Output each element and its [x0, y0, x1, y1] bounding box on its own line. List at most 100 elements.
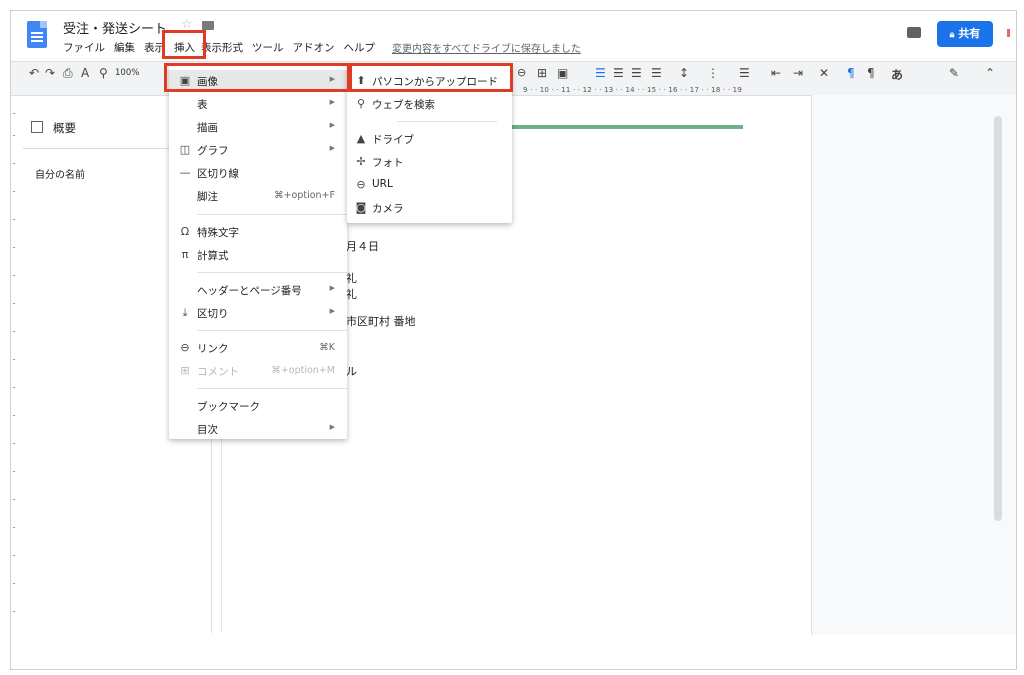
menu-separator — [397, 121, 497, 122]
menu-bar: ファイル 編集 表示 挿入 表示形式 ツール アドオン ヘルプ — [63, 40, 384, 56]
share-button[interactable]: 🔒︎ 共有 — [937, 21, 993, 47]
menu-item-label: 計算式 — [197, 250, 229, 262]
menu-item-toc[interactable]: 目次 ▶ — [169, 418, 347, 440]
decrease-indent-icon[interactable]: ⇤ — [771, 66, 781, 80]
vertical-scrollbar[interactable] — [994, 116, 1002, 521]
horizontal-line-icon: — — [179, 166, 191, 179]
menu-item-footnote[interactable]: 脚注 ⌘+option+F — [169, 185, 347, 207]
menu-item-table[interactable]: 表 ▶ — [169, 93, 347, 115]
account-icon[interactable] — [1007, 29, 1010, 37]
submenu-item-camera[interactable]: ◙ カメラ — [347, 197, 512, 219]
insert-link-icon[interactable]: ⊖ — [517, 66, 526, 79]
menu-item-label: 表 — [197, 99, 208, 111]
menu-item-label: リンク — [197, 343, 229, 355]
page-margin-area — [811, 95, 1016, 635]
document-title[interactable]: 受注・発送シート — [63, 18, 167, 37]
menu-item-label: ヘッダーとページ番号 — [197, 285, 302, 297]
menu-item-label: 脚注 — [197, 191, 218, 203]
submenu-item-photos[interactable]: ✢ フォト — [347, 151, 512, 173]
spellcheck-icon[interactable]: A — [81, 66, 89, 80]
docs-logo-icon[interactable] — [27, 21, 47, 48]
zoom-select[interactable]: 100% — [115, 68, 139, 78]
menu-item-chart[interactable]: ◫ グラフ ▶ — [169, 139, 347, 161]
clear-format-icon[interactable]: ✕ — [819, 66, 829, 80]
menu-item-break[interactable]: ⤓ 区切り ▶ — [169, 302, 347, 324]
menu-item-label: ブックマーク — [197, 401, 260, 413]
highlight-insert-menu — [162, 30, 206, 59]
menu-item-label: 区切り線 — [197, 168, 239, 180]
page-break-icon: ⤓ — [182, 306, 188, 319]
outline-icon[interactable] — [31, 121, 43, 133]
submenu-arrow-icon: ▶ — [329, 423, 335, 431]
rtl-icon[interactable]: ¶ — [867, 66, 875, 80]
omega-icon: Ω — [180, 225, 190, 238]
menu-item-drawing[interactable]: 描画 ▶ — [169, 116, 347, 138]
document-text[interactable]: ル — [346, 363, 357, 379]
submenu-arrow-icon: ▶ — [329, 284, 335, 292]
editing-mode-icon[interactable]: ✎ — [949, 66, 959, 80]
submenu-item-search-web[interactable]: ⚲ ウェブを検索 — [347, 93, 512, 115]
paint-format-icon[interactable]: ⚲ — [99, 66, 108, 80]
ltr-icon[interactable]: ¶ — [847, 66, 855, 80]
numbered-list-icon[interactable]: ⋮ — [707, 66, 719, 80]
folder-icon[interactable] — [202, 21, 214, 30]
menu-separator — [197, 330, 347, 331]
redo-icon[interactable]: ↷ — [45, 66, 55, 80]
increase-indent-icon[interactable]: ⇥ — [793, 66, 803, 80]
document-text[interactable]: 礼 — [346, 286, 357, 302]
outline-item[interactable]: 自分の名前 — [35, 166, 85, 181]
menu-item-label: 特殊文字 — [197, 227, 239, 239]
submenu-item-drive[interactable]: ▲ ドライブ — [347, 128, 512, 150]
bulleted-list-icon[interactable]: ☰ — [739, 66, 750, 80]
align-right-icon[interactable]: ☰ — [631, 66, 642, 80]
ruler-numbers: 9 · · 10 · · 11 · · 12 · · 13 · · 14 · ·… — [523, 86, 742, 94]
submenu-item-label: ドライブ — [372, 134, 414, 146]
document-text[interactable]: 礼 — [346, 270, 357, 286]
chart-icon: ◫ — [179, 143, 191, 156]
menu-separator — [197, 214, 347, 215]
align-justify-icon[interactable]: ☰ — [651, 66, 662, 80]
print-icon[interactable]: ⎙ — [63, 66, 73, 81]
menu-format[interactable]: 表示形式 — [201, 40, 243, 56]
insert-comment-icon[interactable]: ⊞ — [537, 66, 547, 80]
submenu-item-label: ウェブを検索 — [372, 99, 435, 111]
menu-shortcut: ⌘K — [319, 342, 335, 353]
menu-shortcut: ⌘+option+M — [271, 365, 335, 376]
submenu-arrow-icon: ▶ — [329, 121, 335, 129]
menu-item-horizontal-line[interactable]: — 区切り線 — [169, 162, 347, 184]
menu-item-bookmark[interactable]: ブックマーク — [169, 395, 347, 417]
save-status[interactable]: 変更内容をすべてドライブに保存しました — [392, 40, 581, 55]
menu-addons[interactable]: アドオン — [293, 40, 335, 56]
submenu-item-label: URL — [372, 178, 393, 190]
search-icon: ⚲ — [356, 97, 366, 110]
docs-window: 受注・発送シート ☆ ファイル 編集 表示 挿入 表示形式 ツール アドオン ヘ… — [10, 10, 1017, 670]
comments-icon[interactable] — [907, 27, 921, 38]
submenu-item-label: カメラ — [372, 203, 404, 215]
submenu-item-url[interactable]: ⊖ URL — [347, 174, 512, 196]
menu-help[interactable]: ヘルプ — [344, 40, 376, 56]
menu-edit[interactable]: 編集 — [114, 40, 135, 56]
line-spacing-icon[interactable]: ↕ — [679, 66, 689, 80]
align-left-icon[interactable]: ☰ — [595, 66, 606, 80]
document-text[interactable]: 月４日 — [346, 238, 379, 254]
menu-tools[interactable]: ツール — [252, 40, 284, 56]
collapse-toolbar-icon[interactable]: ⌃ — [985, 66, 995, 80]
menu-item-header-page-number[interactable]: ヘッダーとページ番号 ▶ — [169, 279, 347, 301]
menu-file[interactable]: ファイル — [63, 40, 105, 56]
link-icon: ⊖ — [356, 178, 366, 191]
undo-icon[interactable]: ↶ — [29, 66, 39, 80]
submenu-arrow-icon: ▶ — [329, 98, 335, 106]
link-icon: ⊖ — [180, 341, 190, 354]
submenu-arrow-icon: ▶ — [329, 144, 335, 152]
menu-separator — [197, 272, 347, 273]
insert-image-icon[interactable]: ▣ — [557, 66, 568, 80]
input-tools-button[interactable]: あ — [891, 66, 903, 83]
highlight-upload-item — [349, 63, 513, 92]
align-center-icon[interactable]: ☰ — [613, 66, 624, 80]
menu-item-equation[interactable]: π 計算式 — [169, 244, 347, 266]
menu-item-label: 目次 — [197, 424, 218, 436]
menu-item-label: グラフ — [197, 145, 229, 157]
menu-item-special-characters[interactable]: Ω 特殊文字 — [169, 221, 347, 243]
document-text[interactable]: 市区町村 番地 — [346, 313, 416, 329]
menu-item-link[interactable]: ⊖ リンク ⌘K — [169, 337, 347, 359]
